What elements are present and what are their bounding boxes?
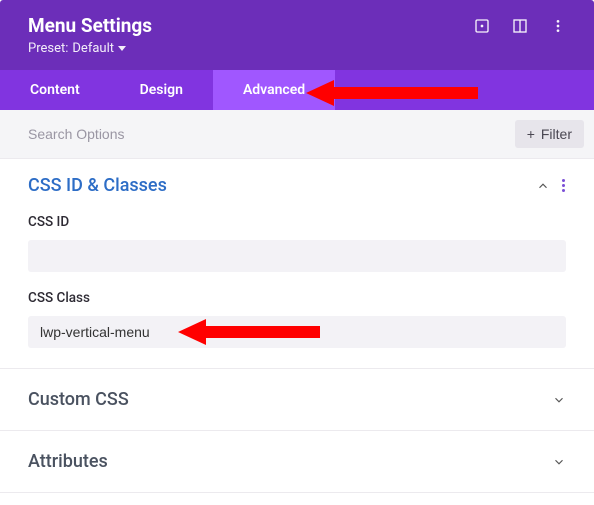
section-head: Attributes: [28, 451, 566, 472]
section-custom-css[interactable]: Custom CSS: [0, 369, 594, 431]
plus-icon: +: [527, 126, 535, 142]
tabs-bar: Content Design Advanced: [0, 70, 594, 110]
header-icons: [474, 18, 566, 34]
chevron-down-icon[interactable]: [552, 455, 566, 469]
panel-title: Menu Settings: [28, 14, 152, 37]
search-input[interactable]: [28, 126, 515, 142]
content-area: CSS ID & Classes CSS ID CSS Class Custom…: [0, 159, 594, 493]
more-vert-icon[interactable]: [550, 18, 566, 34]
tab-advanced[interactable]: Advanced: [213, 70, 335, 110]
chevron-up-icon[interactable]: [536, 179, 550, 193]
preset-prefix: Preset:: [28, 41, 68, 56]
section-head: Custom CSS: [28, 389, 566, 410]
css-class-label: CSS Class: [28, 290, 566, 306]
help-icon[interactable]: [474, 18, 490, 34]
search-bar: + Filter: [0, 110, 594, 159]
panel-header: Menu Settings Preset: Default: [0, 0, 594, 70]
preset-value: Default: [72, 41, 114, 56]
tab-design[interactable]: Design: [110, 70, 213, 110]
css-id-label: CSS ID: [28, 214, 566, 230]
more-vert-icon[interactable]: [562, 179, 566, 192]
caret-down-icon: [118, 46, 126, 51]
section-controls: [536, 179, 566, 193]
section-title: CSS ID & Classes: [28, 175, 167, 196]
section-controls: [552, 455, 566, 469]
section-css-id-classes: CSS ID & Classes CSS ID CSS Class: [0, 159, 594, 369]
header-left: Menu Settings Preset: Default: [28, 14, 152, 56]
layout-icon[interactable]: [512, 18, 528, 34]
chevron-down-icon[interactable]: [552, 393, 566, 407]
tab-content[interactable]: Content: [0, 70, 110, 110]
section-title: Custom CSS: [28, 389, 129, 410]
filter-button[interactable]: + Filter: [515, 120, 584, 148]
section-title: Attributes: [28, 451, 108, 472]
section-head[interactable]: CSS ID & Classes: [28, 175, 566, 196]
section-attributes[interactable]: Attributes: [0, 431, 594, 493]
filter-label: Filter: [541, 126, 572, 142]
settings-panel: Menu Settings Preset: Default Content De…: [0, 0, 594, 505]
field-css-class: CSS Class: [28, 290, 566, 348]
css-id-input[interactable]: [28, 240, 566, 272]
preset-dropdown[interactable]: Preset: Default: [28, 41, 152, 56]
css-class-input[interactable]: [28, 316, 566, 348]
field-css-id: CSS ID: [28, 214, 566, 272]
section-controls: [552, 393, 566, 407]
